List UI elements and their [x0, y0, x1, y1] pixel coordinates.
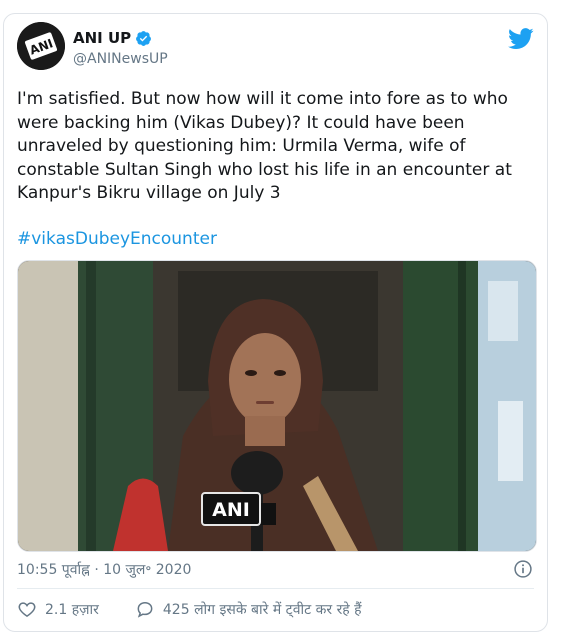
- verified-badge-icon: [136, 30, 152, 46]
- tweet-text: I'm satisfied. But now how will it come …: [17, 89, 512, 203]
- actions-bar: 2.1 हज़ार 425 लोग इसके बारे में ट्वीट कर…: [17, 599, 362, 619]
- avatar[interactable]: ANI: [17, 22, 65, 70]
- twitter-bird-icon[interactable]: [508, 28, 534, 50]
- name-row: ANI UP: [73, 29, 152, 47]
- photo-woman-with-microphone: ANI: [18, 261, 536, 551]
- like-count: 2.1 हज़ार: [45, 601, 99, 618]
- heart-icon: [18, 602, 36, 617]
- mic-logo-text: ANI: [212, 499, 250, 521]
- timestamp[interactable]: 10:55 पूर्वाह्न · 10 जुल॰ 2020: [17, 560, 191, 579]
- divider: [17, 588, 534, 589]
- tweet-card[interactable]: ANI ANI UP @ANINewsUP I'm satisfied. But…: [3, 13, 548, 632]
- display-name[interactable]: ANI UP: [73, 29, 131, 47]
- conversation-text: 425 लोग इसके बारे में ट्वीट कर रहे हैं: [162, 601, 362, 618]
- tweet-header: ANI ANI UP @ANINewsUP: [17, 22, 534, 74]
- comment-icon: [137, 601, 153, 618]
- info-icon[interactable]: [513, 559, 533, 579]
- like-button[interactable]: 2.1 हज़ार: [17, 599, 99, 619]
- handle[interactable]: @ANINewsUP: [73, 51, 168, 67]
- hashtag-link[interactable]: #vikasDubeyEncounter: [17, 229, 217, 249]
- tweet-media-image[interactable]: ANI: [17, 260, 537, 552]
- conversation-button[interactable]: 425 लोग इसके बारे में ट्वीट कर रहे हैं: [135, 599, 362, 619]
